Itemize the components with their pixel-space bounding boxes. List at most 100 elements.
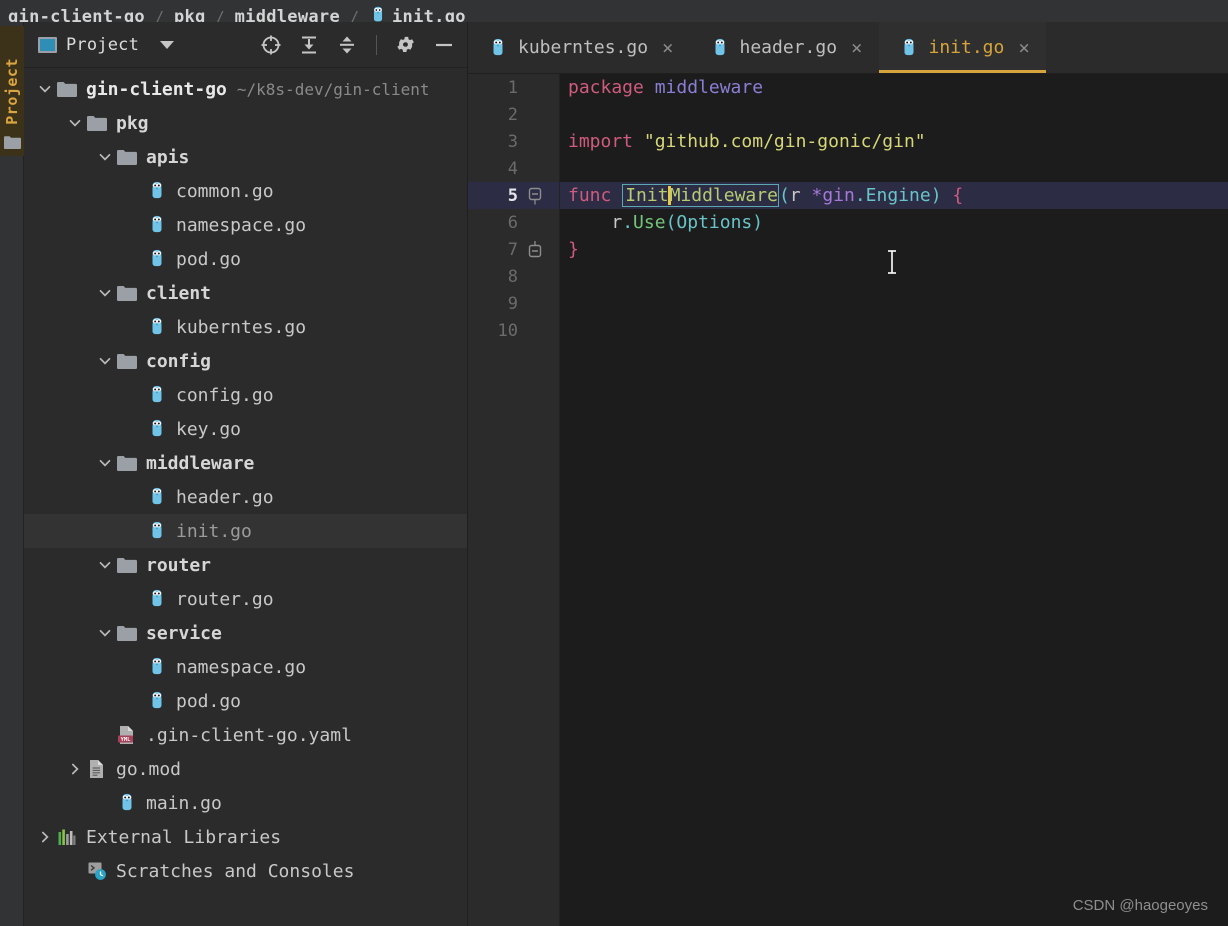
identifier-highlight-box[interactable]: InitMiddleware [622, 183, 779, 208]
yaml-file-icon: YML [116, 725, 138, 745]
editor-tab-label: init.go [928, 37, 1005, 58]
breadcrumb-item[interactable]: middleware [235, 7, 340, 22]
line-number: 5 [507, 185, 518, 206]
chevron-down-icon[interactable] [94, 626, 116, 640]
tool-window-bar-left: Project [0, 22, 24, 926]
close-brace: } [568, 239, 579, 260]
breadcrumb-item-label: gin-client-go [8, 7, 145, 22]
tree-row[interactable]: common.go [24, 174, 467, 208]
tree-row[interactable]: kuberntes.go [24, 310, 467, 344]
tree-row[interactable]: client [24, 276, 467, 310]
expand-all-icon[interactable] [298, 34, 320, 56]
editor-tab-label: header.go [739, 37, 838, 58]
chevron-down-icon[interactable] [94, 286, 116, 300]
tree-row[interactable]: go.mod [24, 752, 467, 786]
tree-row[interactable]: middleware [24, 446, 467, 480]
tree-row[interactable]: init.go [24, 514, 467, 548]
project-panel-title: Project [66, 34, 140, 55]
code-text-area[interactable]: package middleware import "github.com/gi… [560, 74, 1228, 926]
tree-row[interactable]: router.go [24, 582, 467, 616]
editor-tab[interactable]: kuberntes.go × [468, 22, 690, 73]
tree-row[interactable]: router [24, 548, 467, 582]
go-gopher-icon [146, 215, 168, 235]
go-gopher-icon [488, 38, 508, 58]
folder-icon [4, 134, 21, 153]
go-gopher-icon [899, 38, 919, 58]
keyword-package: package [568, 77, 644, 98]
close-paren: ) [930, 185, 942, 206]
folder-icon [86, 115, 108, 131]
tree-row[interactable]: namespace.go [24, 208, 467, 242]
tree-item-label: kuberntes.go [176, 316, 307, 338]
hide-window-icon[interactable] [433, 34, 455, 56]
chevron-right-icon[interactable] [34, 830, 56, 844]
tree-item-label: middleware [146, 452, 255, 474]
breadcrumb-item[interactable]: gin-client-go [8, 7, 145, 22]
fold-end-icon[interactable] [524, 240, 546, 260]
svg-text:YML: YML [121, 737, 131, 743]
method-name: Use [633, 212, 666, 233]
tree-row[interactable]: YML .gin-client-go.yaml [24, 718, 467, 752]
tree-row[interactable]: main.go [24, 786, 467, 820]
tree-row[interactable]: config.go [24, 378, 467, 412]
chevron-down-icon[interactable] [34, 82, 56, 96]
folder-icon [56, 81, 78, 97]
go-gopher-icon [146, 487, 168, 507]
tree-item-label: config.go [176, 384, 274, 406]
go-gopher-icon [146, 317, 168, 337]
chevron-down-icon[interactable] [94, 456, 116, 470]
gutter-line: 8 [468, 263, 559, 290]
editor-tab[interactable]: init.go × [878, 22, 1047, 73]
settings-gear-icon[interactable] [395, 34, 417, 56]
collapse-all-icon[interactable] [336, 34, 358, 56]
ide-window: gin-client-go / pkg / middleware / init.go Pro… [0, 0, 1228, 926]
keyword-func: func [568, 185, 612, 206]
go-gopher-icon [146, 589, 168, 609]
tree-row[interactable]: pkg [24, 106, 467, 140]
chevron-down-icon[interactable] [94, 354, 116, 368]
tree-row[interactable]: External Libraries [24, 820, 467, 854]
project-root-path: ~/k8s-dev/gin-client [236, 79, 430, 99]
code-editor[interactable]: 1 2 3 4 5 6 7 8 9 10 package middleware import "g… [468, 74, 1228, 926]
tree-item-label: go.mod [116, 758, 182, 780]
editor-gutter[interactable]: 1 2 3 4 5 6 7 8 9 10 [468, 74, 560, 926]
tree-item-label: config [146, 350, 212, 372]
tree-row[interactable]: Scratches and Consoles [24, 854, 467, 888]
tree-row[interactable]: gin-client-go ~/k8s-dev/gin-client [24, 72, 467, 106]
project-file-tree[interactable]: gin-client-go ~/k8s-dev/gin-client pkg apis… [24, 68, 467, 888]
gutter-line: 2 [468, 101, 559, 128]
tree-row[interactable]: header.go [24, 480, 467, 514]
close-icon[interactable]: × [1018, 37, 1029, 59]
tree-row[interactable]: pod.go [24, 684, 467, 718]
chevron-down-icon[interactable] [94, 558, 116, 572]
project-panel-header: Project [24, 22, 467, 68]
tree-row[interactable]: key.go [24, 412, 467, 446]
tree-row[interactable]: namespace.go [24, 650, 467, 684]
text-file-icon [86, 759, 108, 779]
breadcrumb-item[interactable]: pkg [174, 7, 206, 22]
param-name: r [789, 185, 801, 206]
chevron-down-icon[interactable] [160, 40, 175, 49]
tree-item-label: External Libraries [86, 826, 282, 848]
chevron-down-icon[interactable] [64, 116, 86, 130]
code-line-5: func InitMiddleware(r * gin. Engine) { [560, 182, 1228, 209]
locate-icon[interactable] [260, 34, 282, 56]
line-number: 6 [507, 212, 518, 233]
watermark: CSDN @haogeoyes [1072, 897, 1208, 914]
function-name-prefix: Init [625, 184, 669, 206]
toolbar-separator [376, 34, 377, 55]
tree-row[interactable]: service [24, 616, 467, 650]
breadcrumb-item[interactable]: init.go [369, 6, 466, 22]
chevron-right-icon[interactable] [64, 762, 86, 776]
tree-row[interactable]: config [24, 344, 467, 378]
close-icon[interactable]: × [851, 37, 862, 59]
go-gopher-icon [116, 793, 138, 813]
editor-tab[interactable]: header.go × [690, 22, 879, 73]
close-icon[interactable]: × [662, 37, 673, 59]
chevron-down-icon[interactable] [94, 150, 116, 164]
fold-start-icon[interactable] [524, 186, 546, 206]
tree-row[interactable]: pod.go [24, 242, 467, 276]
tree-row[interactable]: apis [24, 140, 467, 174]
line-number: 9 [507, 293, 518, 314]
